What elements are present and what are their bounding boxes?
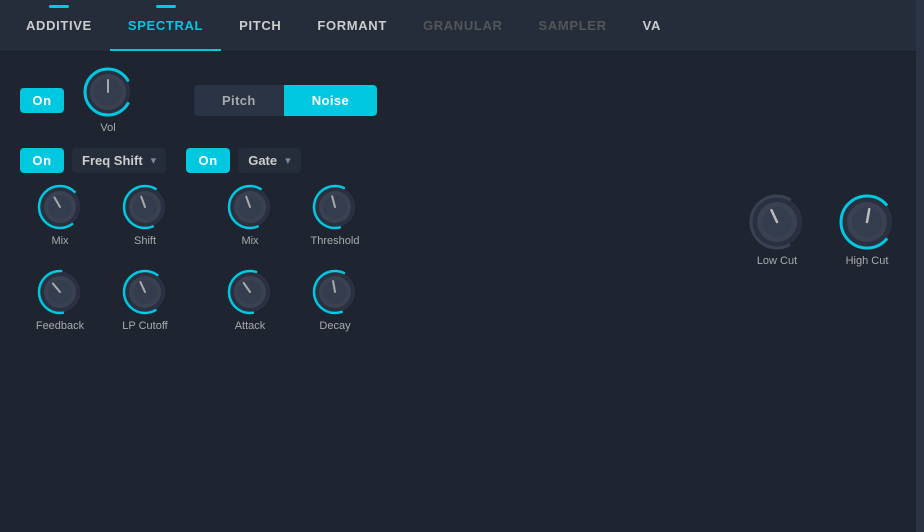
feedback-knob-container: Feedback <box>28 268 92 358</box>
vol-knob-label: Vol <box>100 122 115 134</box>
pitch-button[interactable]: Pitch <box>194 85 284 116</box>
mix2-label: Mix <box>241 235 258 247</box>
on-button-gate[interactable]: On <box>186 148 230 173</box>
high-cut-label: High Cut <box>846 255 889 267</box>
mix1-knob[interactable] <box>36 183 84 231</box>
freq-shift-group: On Freq Shift ▾ <box>20 148 166 173</box>
tab-va[interactable]: VA <box>625 0 679 51</box>
tab-formant[interactable]: FORMANT <box>299 0 405 51</box>
feedback-label: Feedback <box>36 320 84 332</box>
gate-dropdown-arrow[interactable]: ▾ <box>285 154 291 167</box>
tab-pitch[interactable]: PITCH <box>221 0 299 51</box>
vol-knob-container: Vol <box>82 66 134 134</box>
gate-group: On Gate ▾ <box>186 148 300 173</box>
low-cut-label: Low Cut <box>757 255 797 267</box>
pitch-noise-toggle: Pitch Noise <box>194 85 377 116</box>
cut-knobs: Low Cut High Cut <box>740 173 904 267</box>
freq-shift-knobs: Mix Shift <box>20 183 190 358</box>
attack-knob-container: Attack <box>218 268 282 358</box>
on-button-main[interactable]: On <box>20 88 64 113</box>
tab-spectral[interactable]: SPECTRAL <box>110 0 221 51</box>
low-cut-knob[interactable] <box>748 193 806 251</box>
threshold-knob[interactable] <box>311 183 359 231</box>
gate-label: Gate <box>248 153 277 168</box>
feedback-knob[interactable] <box>36 268 84 316</box>
shift-label: Shift <box>134 235 156 247</box>
threshold-knob-container: Threshold <box>298 183 372 268</box>
lp-cutoff-knob[interactable] <box>121 268 169 316</box>
vol-knob[interactable] <box>82 66 134 118</box>
low-cut-knob-container: Low Cut <box>748 193 806 267</box>
row1: On Vol Pitch Noise <box>20 66 904 134</box>
gate-knobs: Mix Threshold <box>210 183 380 358</box>
mix1-knob-container: Mix <box>28 183 92 268</box>
shift-knob-container: Shift <box>108 183 182 268</box>
main-content: On Vol Pitch Noise <box>0 52 924 532</box>
row2: On Freq Shift ▾ On Gate ▾ <box>20 148 904 173</box>
decay-knob[interactable] <box>311 268 359 316</box>
tab-sampler[interactable]: SAMPLER <box>521 0 625 51</box>
freq-shift-label: Freq Shift <box>82 153 143 168</box>
tab-additive[interactable]: ADDITIVE <box>8 0 110 51</box>
mix1-label: Mix <box>51 235 68 247</box>
freq-shift-dropdown-arrow[interactable]: ▾ <box>151 154 157 167</box>
row3: Mix Shift <box>20 183 904 358</box>
on-button-freq[interactable]: On <box>20 148 64 173</box>
high-cut-knob[interactable] <box>838 193 896 251</box>
lp-cutoff-knob-container: LP Cutoff <box>108 268 182 358</box>
tab-granular[interactable]: GRANULAR <box>405 0 521 51</box>
app-container: ADDITIVE SPECTRAL PITCH FORMANT GRANULAR… <box>0 0 924 532</box>
decay-knob-container: Decay <box>298 268 372 358</box>
decay-label: Decay <box>319 320 350 332</box>
shift-knob[interactable] <box>121 183 169 231</box>
threshold-label: Threshold <box>311 235 360 247</box>
attack-knob[interactable] <box>226 268 274 316</box>
freq-shift-selector: Freq Shift ▾ <box>72 148 166 173</box>
high-cut-knob-container: High Cut <box>838 193 896 267</box>
gate-selector: Gate ▾ <box>238 148 300 173</box>
right-border <box>916 0 924 532</box>
noise-button[interactable]: Noise <box>284 85 377 116</box>
lp-cutoff-label: LP Cutoff <box>122 320 167 332</box>
tab-bar: ADDITIVE SPECTRAL PITCH FORMANT GRANULAR… <box>0 0 924 52</box>
mix2-knob-container: Mix <box>218 183 282 268</box>
mix2-knob[interactable] <box>226 183 274 231</box>
attack-label: Attack <box>235 320 266 332</box>
